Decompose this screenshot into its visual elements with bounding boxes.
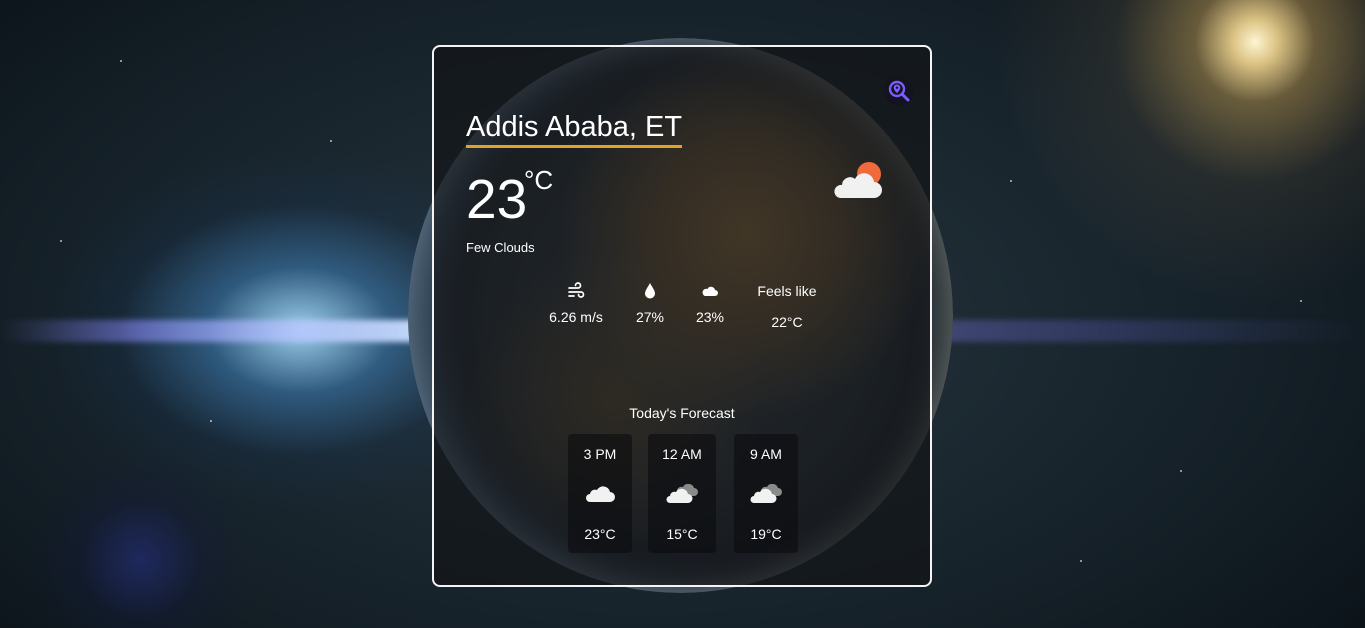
star <box>1080 560 1082 562</box>
forecast-temp: 15°C <box>666 526 698 542</box>
forecast-temp: 19°C <box>750 526 782 542</box>
star <box>120 60 122 62</box>
star <box>1010 180 1012 182</box>
location-search-button[interactable] <box>884 76 914 106</box>
location-search-icon <box>888 80 910 102</box>
clouds-icon <box>750 484 782 503</box>
forecast-time: 3 PM <box>583 446 617 462</box>
cloud-sun-icon <box>834 162 882 198</box>
wind-speed-value: 6.26 m/s <box>549 309 603 325</box>
forecast-time: 9 AM <box>750 446 782 462</box>
clouds-stat: 23% <box>684 282 736 325</box>
cloud-icon <box>586 486 615 502</box>
feels-like-label: Feels like <box>757 283 817 299</box>
feels-like-stat: Feels like 22°C <box>746 282 828 330</box>
star <box>330 140 332 142</box>
forecast-item: 12 AM 15°C <box>648 434 716 553</box>
wind-stat: 6.26 m/s <box>538 282 614 325</box>
clouds-value: 23% <box>695 309 725 325</box>
feels-like-value: 22°C <box>771 314 803 330</box>
star <box>1180 470 1182 472</box>
wind-icon <box>568 282 585 298</box>
cloud-icon <box>702 286 718 296</box>
star <box>60 240 62 242</box>
forecast-temp: 23°C <box>584 526 616 542</box>
forecast-item: 3 PM 23°C <box>568 434 632 553</box>
weather-description: Few Clouds <box>466 240 535 255</box>
droplet-icon <box>645 283 655 299</box>
forecast-item: 9 AM 19°C <box>734 434 798 553</box>
current-temperature: 23 <box>466 168 528 230</box>
temperature-unit: °C <box>524 165 554 195</box>
forecast-title: Today's Forecast <box>629 405 735 421</box>
clouds-icon <box>666 484 698 503</box>
forecast-time: 12 AM <box>662 446 702 462</box>
humidity-stat: 27% <box>624 282 676 325</box>
humidity-value: 27% <box>635 309 665 325</box>
star <box>1300 300 1302 302</box>
star <box>210 420 212 422</box>
city-name: Addis Ababa, ET <box>466 109 683 148</box>
weather-card: Addis Ababa, ET 23 °C Few Clouds 6.26 m/… <box>432 45 932 587</box>
